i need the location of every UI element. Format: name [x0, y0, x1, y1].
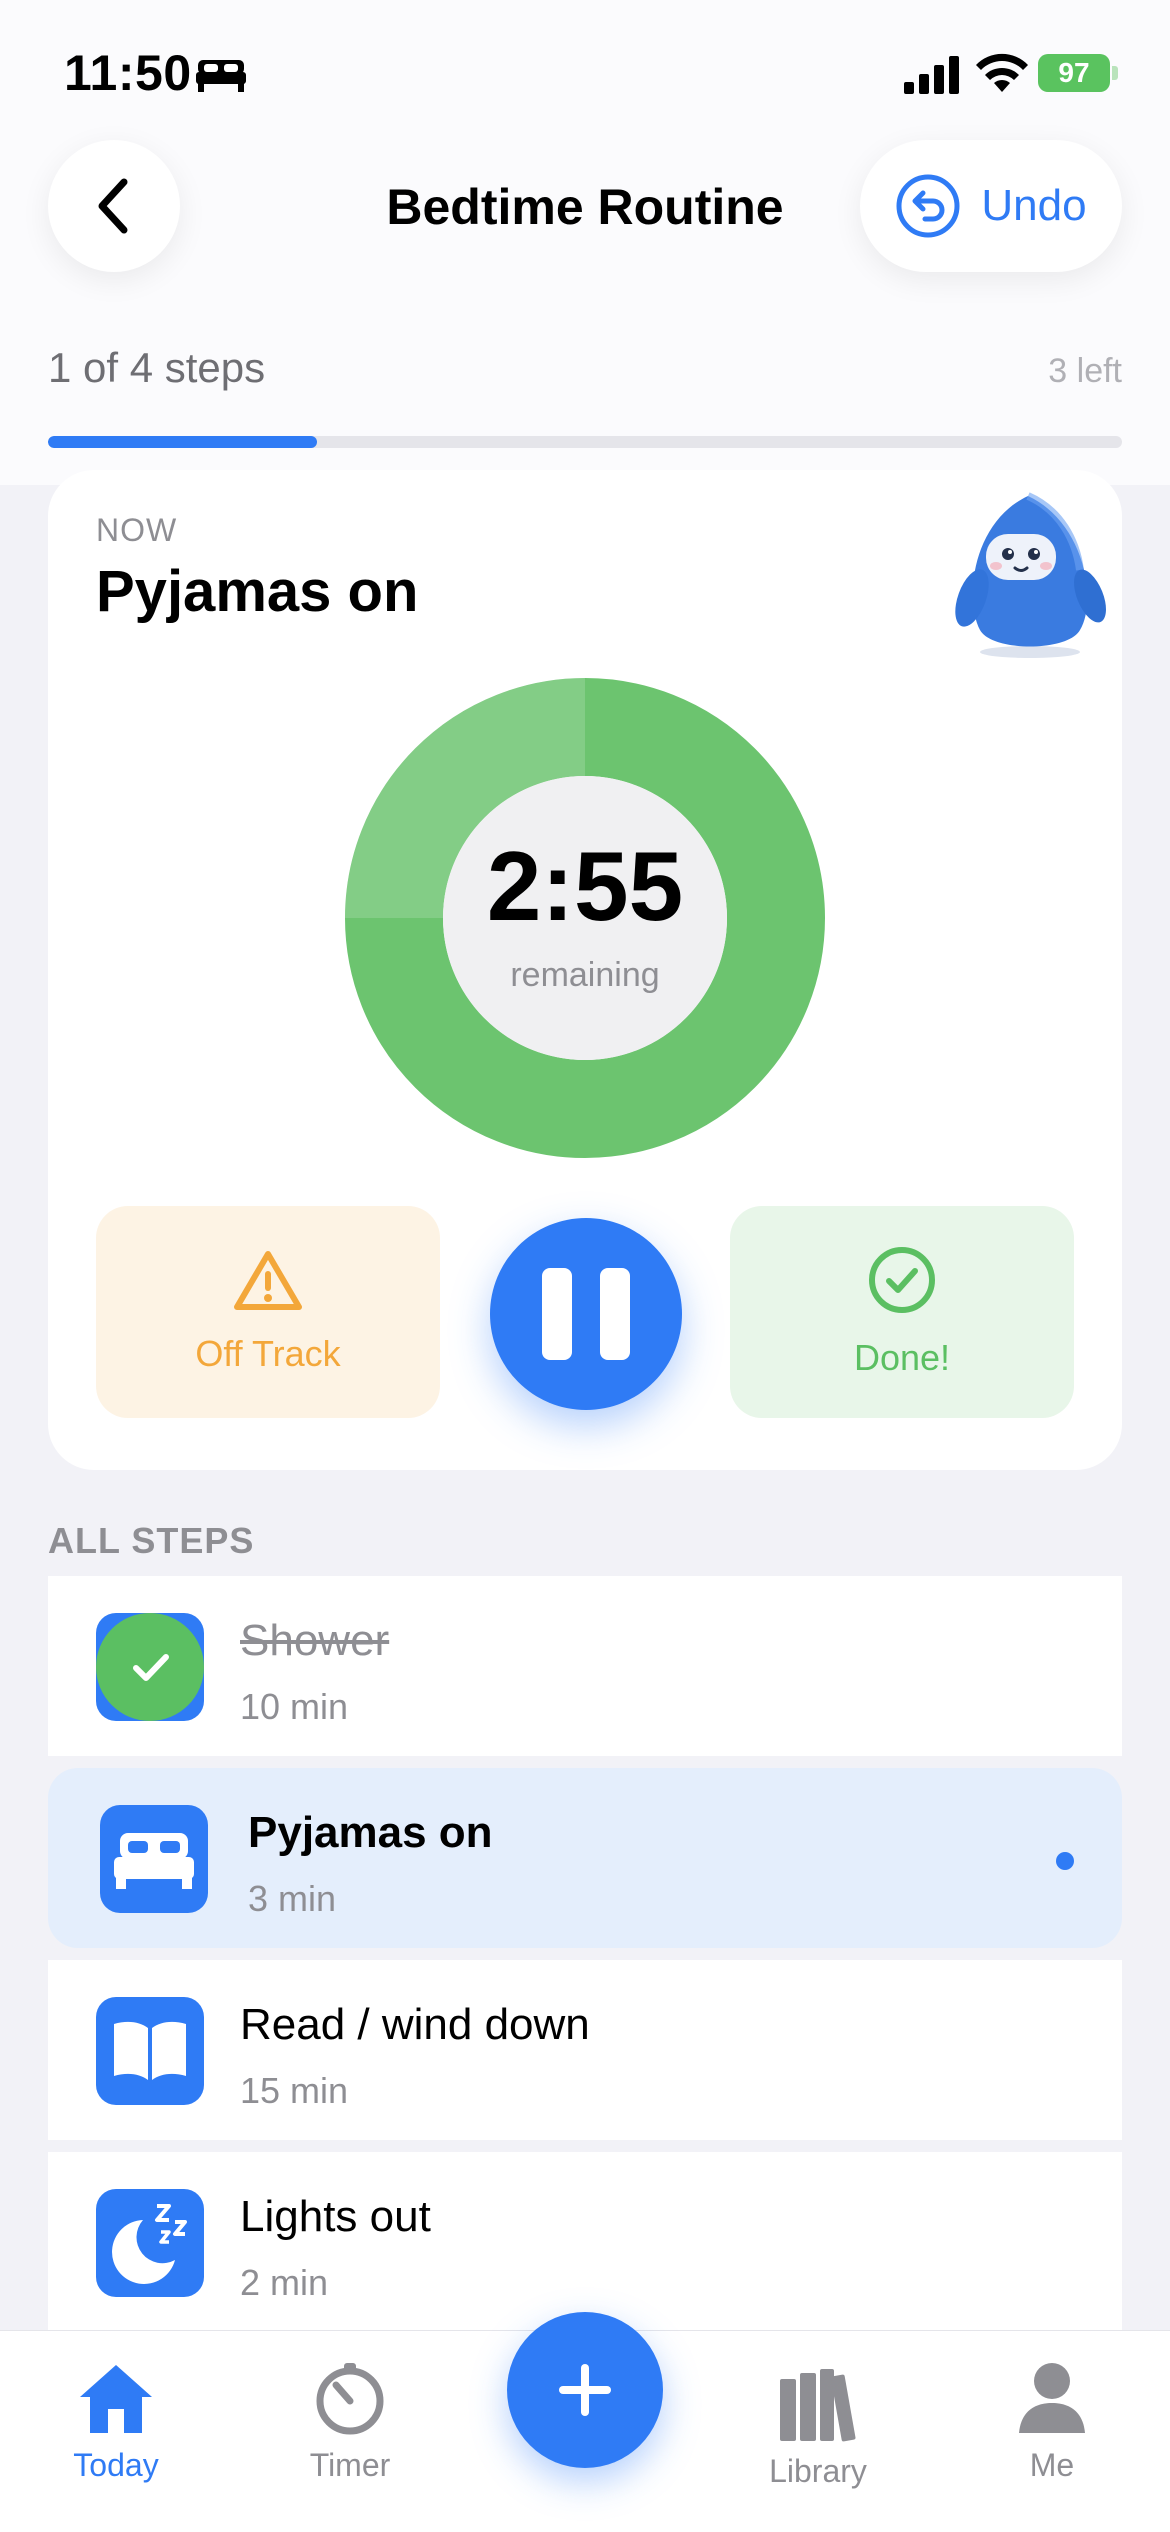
battery-tip: [1112, 66, 1118, 80]
timer-remaining-label: remaining: [510, 956, 660, 994]
tab-label: Library: [769, 2453, 867, 2489]
step-duration: 10 min: [240, 1686, 349, 1727]
mascot-icon: [955, 492, 1106, 658]
battery-level: 97: [1058, 57, 1090, 88]
cell-signal-icon: [904, 56, 959, 94]
page-title: Bedtime Routine: [386, 179, 784, 235]
bed-icon: [114, 1833, 194, 1889]
undo-label: Undo: [981, 181, 1087, 230]
step-name: Pyjamas on: [248, 1808, 493, 1857]
add-button[interactable]: [507, 2312, 663, 2468]
done-label: Done!: [853, 1337, 951, 1378]
current-step-indicator: [1056, 1852, 1074, 1870]
tab-timer[interactable]: Timer: [260, 2361, 440, 2484]
pause-icon-bar-right: [600, 1268, 630, 1360]
moon-sleep-icon: [112, 2204, 187, 2284]
warning-icon: [234, 1251, 302, 1310]
steps-left-label: 3 left: [1048, 352, 1122, 390]
undo-icon: [896, 174, 960, 238]
wifi-icon: [976, 53, 1028, 92]
off-track-button[interactable]: Off Track: [96, 1206, 440, 1418]
progress-bar-fill: [48, 436, 317, 448]
check-icon: [96, 1613, 204, 1721]
timer-icon: [316, 2363, 384, 2435]
step-duration: 15 min: [240, 2070, 349, 2111]
step-icon-tile: [96, 1613, 204, 1721]
status-bar: 11:50 97: [0, 0, 1170, 140]
step-icon-tile: [96, 2189, 204, 2297]
back-button[interactable]: [48, 140, 180, 272]
now-label: NOW: [96, 512, 178, 548]
chevron-left-icon: [98, 178, 128, 234]
tab-label: Me: [1029, 2447, 1075, 2483]
person-icon: [1019, 2363, 1085, 2433]
progress-label: 1 of 4 steps: [48, 344, 266, 391]
current-step-card: NOW Pyjamas on 2:55 remaining Off Track: [48, 470, 1122, 1470]
timer-remaining: 2:55: [486, 831, 684, 941]
tab-me[interactable]: Me: [962, 2361, 1142, 2484]
current-step-title: Pyjamas on: [96, 559, 419, 624]
step-duration: 3 min: [248, 1878, 337, 1919]
off-track-label: Off Track: [195, 1333, 341, 1374]
step-row-lights-out[interactable]: Lights out 2 min: [48, 2152, 1122, 2332]
sleep-focus-icon: [196, 60, 246, 92]
undo-button[interactable]: Undo: [860, 140, 1122, 272]
tab-library[interactable]: Library: [728, 2367, 908, 2490]
all-steps-heading: ALL STEPS: [48, 1520, 255, 1561]
step-row-read[interactable]: Read / wind down 15 min: [48, 1960, 1122, 2140]
check-circle-icon: [869, 1247, 935, 1313]
step-name: Lights out: [240, 2192, 431, 2241]
house-icon: [80, 2365, 152, 2433]
step-duration: 2 min: [240, 2262, 329, 2303]
step-name: Shower: [240, 1616, 390, 1665]
tab-label: Timer: [309, 2447, 391, 2483]
book-icon: [114, 2021, 186, 2080]
pause-icon-bar-left: [542, 1268, 572, 1360]
done-button[interactable]: Done!: [730, 1206, 1074, 1418]
progress-bar: [48, 436, 1122, 448]
tab-label: Today: [73, 2447, 159, 2483]
tab-today[interactable]: Today: [26, 2361, 206, 2484]
step-row-pyjamas[interactable]: Pyjamas on 3 min: [48, 1768, 1122, 1948]
step-row-shower[interactable]: Shower 10 min: [48, 1576, 1122, 1756]
plus-icon: [559, 2364, 611, 2416]
books-icon: [780, 2369, 856, 2442]
step-name: Read / wind down: [240, 2000, 590, 2049]
step-icon-tile: [100, 1805, 208, 1913]
battery-indicator: 97: [1038, 54, 1110, 92]
step-icon-tile: [96, 1997, 204, 2105]
pause-button[interactable]: [490, 1218, 682, 1410]
status-time: 11:50: [64, 45, 192, 101]
top-header: 11:50 97 Bedtime Routine Undo 1 of 4 ste…: [0, 0, 1170, 485]
